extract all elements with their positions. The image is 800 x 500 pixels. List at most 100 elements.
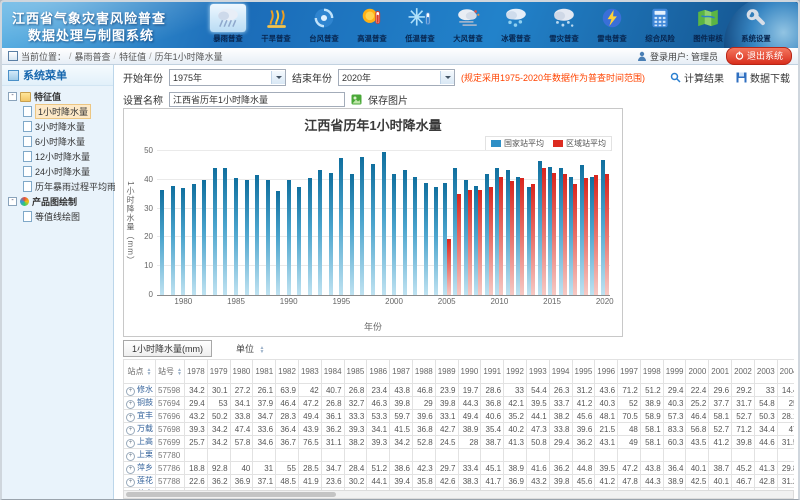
expand-icon[interactable]: + (126, 452, 135, 461)
expand-icon[interactable]: + (126, 387, 135, 396)
tree-toggle-icon[interactable]: - (8, 92, 17, 101)
sidebar-item-1[interactable]: 1小时降水量 (2, 104, 113, 119)
toolbar-item-rain[interactable]: 暴雨普查 (204, 3, 252, 48)
col-header-year[interactable]: 2002 (732, 360, 755, 384)
value-cell: 46.4 (686, 410, 709, 423)
col-header-year[interactable]: 2004 (777, 360, 794, 384)
station-name-cell[interactable]: +上栗 (124, 449, 156, 462)
station-name-cell[interactable]: +上高 (124, 436, 156, 449)
col-header-year[interactable]: 1986 (367, 360, 390, 384)
sort-arrows-icon[interactable]: ▲▼ (260, 346, 265, 354)
col-header-year[interactable]: 2001 (709, 360, 732, 384)
sort-arrows-icon[interactable]: ▲▼ (177, 368, 182, 376)
col-header-year[interactable]: 2003 (754, 360, 777, 384)
value-cell: 36.2 (572, 436, 595, 449)
col-header-year[interactable]: 1980 (230, 360, 253, 384)
horizontal-scrollbar[interactable] (123, 490, 794, 499)
expand-icon[interactable]: + (126, 426, 135, 435)
breadcrumb-item-3[interactable]: 历年1小时降水量 (155, 50, 223, 63)
value-cell: 36.9 (230, 475, 253, 488)
col-header-year[interactable]: 1988 (412, 360, 435, 384)
breadcrumb-item-1[interactable]: 暴雨普查 (75, 50, 111, 63)
toolbar-item-hightemp[interactable]: 高温普查 (348, 3, 396, 48)
toolbar-item-typhoon[interactable]: 台风普查 (300, 3, 348, 48)
tree-toggle-icon[interactable]: - (8, 197, 17, 206)
sidebar-item-6[interactable]: 历年暴雨过程平均雨量 (2, 179, 113, 194)
col-header-year[interactable]: 1989 (435, 360, 458, 384)
toolbar-item-map[interactable]: 图件审核 (684, 3, 732, 48)
col-header-year[interactable]: 1984 (321, 360, 344, 384)
data-download-button[interactable]: 数据下载 (736, 70, 790, 85)
col-header-year[interactable]: 1990 (458, 360, 481, 384)
sort-arrows-icon[interactable]: ▲▼ (147, 368, 152, 376)
save-image-button[interactable]: 保存图片 (368, 92, 408, 107)
toolbar-item-hail[interactable]: 冰雹普查 (492, 3, 540, 48)
calc-result-button[interactable]: 计算结果 (670, 70, 724, 85)
station-name-cell[interactable]: +修水 (124, 384, 156, 397)
col-header-year[interactable]: 1992 (504, 360, 527, 384)
breadcrumb-item-2[interactable]: 特征值 (119, 50, 146, 63)
value-cell: 38.7 (709, 462, 732, 475)
expand-icon[interactable]: + (126, 465, 135, 474)
exit-system-button[interactable]: 退出系统 (726, 47, 792, 65)
col-header-year[interactable]: 1982 (276, 360, 299, 384)
col-header-year[interactable]: 1978 (184, 360, 207, 384)
setting-name-input[interactable] (169, 92, 345, 107)
sidebar-item-3[interactable]: 6小时降水量 (2, 134, 113, 149)
sidebar-item-5[interactable]: 24小时降水量 (2, 164, 113, 179)
legend-item[interactable]: 区域站平均 (553, 138, 606, 149)
col-header-year[interactable]: 1993 (526, 360, 549, 384)
expand-icon[interactable]: + (126, 413, 135, 422)
station-name-cell[interactable]: +莲花 (124, 475, 156, 488)
col-header-year[interactable]: 1991 (481, 360, 504, 384)
col-header-year[interactable]: 1981 (253, 360, 276, 384)
value-cell (709, 449, 732, 462)
sidebar-item-7[interactable]: -产品图绘制 (2, 194, 113, 209)
sidebar-item-0[interactable]: -特征值 (2, 89, 113, 104)
toolbar-item-wind[interactable]: 大风普查 (444, 3, 492, 48)
value-cell (663, 449, 686, 462)
unit-button[interactable]: 1小时降水量(mm) (123, 340, 212, 357)
map-icon (690, 4, 726, 32)
col-header-year[interactable]: 1983 (298, 360, 321, 384)
value-cell: 39.6 (572, 423, 595, 436)
scrollbar-thumb[interactable] (126, 492, 336, 497)
expand-icon[interactable]: + (126, 478, 135, 487)
toolbar-item-lowtemp[interactable]: 低温普查 (396, 3, 444, 48)
col-header-stid[interactable]: 站号▲▼ (156, 360, 185, 384)
sidebar-item-2[interactable]: 3小时降水量 (2, 119, 113, 134)
sidebar-item-4[interactable]: 12小时降水量 (2, 149, 113, 164)
col-header-year[interactable]: 1987 (390, 360, 413, 384)
expand-icon[interactable]: + (126, 439, 135, 448)
value-cell: 39.4 (390, 475, 413, 488)
toolbar-item-drought[interactable]: 干旱普查 (252, 3, 300, 48)
value-cell: 34.2 (390, 436, 413, 449)
col-header-year[interactable]: 1999 (663, 360, 686, 384)
toolbar-item-wrench[interactable]: 系统设置 (732, 3, 780, 48)
value-cell (458, 449, 481, 462)
station-name-cell[interactable]: +宜丰 (124, 410, 156, 423)
value-cell (435, 449, 458, 462)
col-header-year[interactable]: 1979 (207, 360, 230, 384)
col-header-year[interactable]: 1996 (595, 360, 618, 384)
col-header-year[interactable]: 1998 (640, 360, 663, 384)
col-header-year[interactable]: 2000 (686, 360, 709, 384)
col-header-year[interactable]: 1994 (549, 360, 572, 384)
legend-item[interactable]: 国家站平均 (491, 138, 544, 149)
station-name-cell[interactable]: +铜鼓 (124, 397, 156, 410)
station-name-cell[interactable]: +萍乡 (124, 462, 156, 475)
toolbar-item-snow[interactable]: 雪灾普查 (540, 3, 588, 48)
col-header-year[interactable]: 1995 (572, 360, 595, 384)
col-header-year[interactable]: 1985 (344, 360, 367, 384)
expand-icon[interactable]: + (126, 400, 135, 409)
toolbar-item-lightning[interactable]: 雷电普查 (588, 3, 636, 48)
start-year-select[interactable]: 1975年 (169, 69, 286, 86)
y-tick-label: 10 (144, 261, 153, 270)
end-year-select[interactable]: 2020年 (338, 69, 455, 86)
col-header-station[interactable]: 站点▲▼ (124, 360, 156, 384)
sidebar-item-8[interactable]: 等值线绘图 (2, 209, 113, 224)
toolbar-item-calculator[interactable]: 综合风险 (636, 3, 684, 48)
station-name-cell[interactable]: +万载 (124, 423, 156, 436)
col-header-year[interactable]: 1997 (618, 360, 641, 384)
unit-sort-control[interactable]: 单位 ▲▼ (236, 342, 264, 355)
